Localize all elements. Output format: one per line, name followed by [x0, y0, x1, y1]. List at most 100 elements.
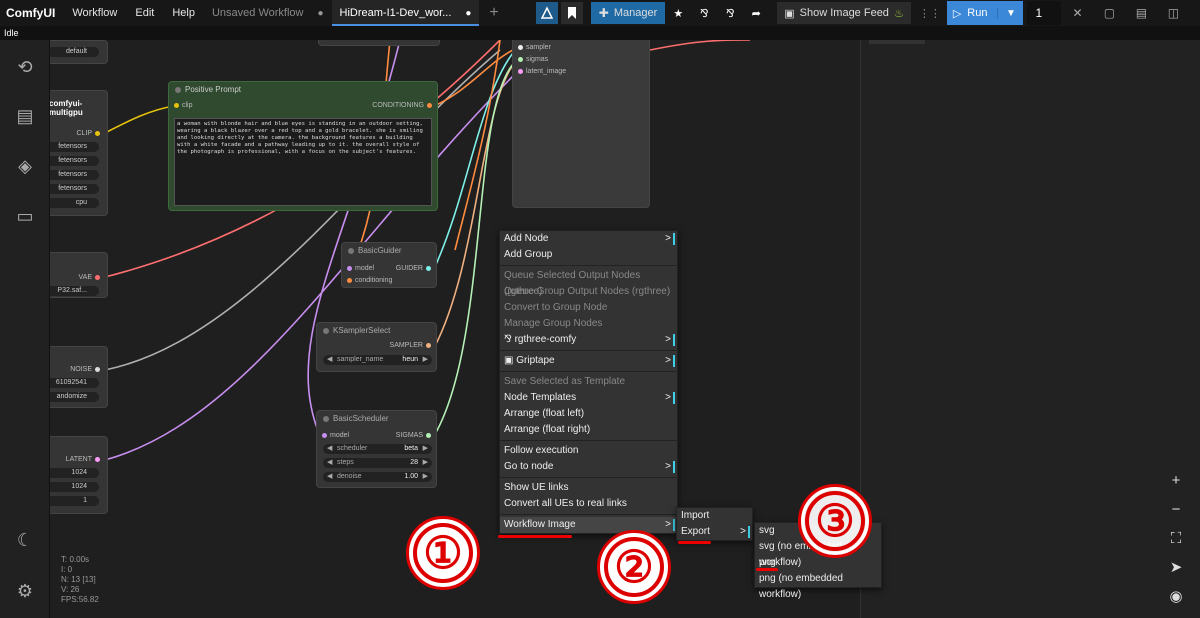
node-empty-latent[interactable]: LATENT 1024 1024 1	[50, 436, 108, 514]
widget-batch[interactable]: 1	[50, 496, 99, 506]
menu-item-add-node[interactable]: Add Node >	[500, 231, 677, 247]
menu-item-convert-all-ues-to-real-links[interactable]: Convert all UEs to real links	[500, 496, 677, 512]
output-vae[interactable]: VAE	[79, 274, 104, 281]
menu-item-export[interactable]: Export >	[677, 524, 752, 540]
menu-item-arrange-float-left[interactable]: Arrange (float left)	[500, 406, 677, 422]
right-panel	[860, 40, 1200, 618]
menu-item-griptape[interactable]: ▣ Griptape >	[500, 353, 677, 369]
output-noise[interactable]: NOISE	[70, 366, 103, 373]
widget-default[interactable]: default	[50, 47, 99, 57]
node-sampler-custom[interactable]: sampler sigmas latent_image	[512, 40, 650, 208]
output-sigmas[interactable]: SIGMAS	[396, 432, 434, 439]
queue-count-input[interactable]: 1	[1027, 1, 1062, 25]
zoom-out-icon[interactable]: −	[1160, 495, 1192, 524]
chevron-right-icon: >	[665, 233, 671, 244]
menu-workflow[interactable]: Workflow	[63, 0, 126, 26]
output-conditioning[interactable]: CONDITIONING	[372, 102, 435, 109]
widget-file-3[interactable]: fetensors	[50, 170, 99, 180]
select-mode-icon[interactable]: ➤	[1160, 553, 1192, 582]
widget-seed[interactable]: 61092541	[50, 378, 99, 388]
star-icon[interactable]: ★	[665, 2, 691, 24]
menu-item-go-to-node[interactable]: Go to node >	[500, 459, 677, 475]
widget-sampler-name[interactable]: ◀ sampler_name heun ▶	[323, 355, 432, 365]
chevron-left-icon[interactable]: ◀	[327, 355, 332, 365]
widget-denoise[interactable]: ◀ denoise 1.00 ▶	[323, 472, 432, 482]
input-sigmas[interactable]: sigmas	[515, 56, 548, 63]
node-partial-top-center[interactable]	[318, 40, 440, 46]
app-logo[interactable]: ComfyUI	[0, 6, 63, 20]
manager-button[interactable]: ✚ Manager	[590, 2, 666, 24]
menu-item-workflow-image[interactable]: Workflow Image >	[500, 517, 677, 533]
rgthree-icon[interactable]	[535, 2, 558, 24]
chevron-right-icon[interactable]: ▶	[423, 355, 428, 365]
input-model[interactable]: model	[344, 265, 374, 272]
widget-scheduler[interactable]: ◀ scheduler beta ▶	[323, 444, 432, 454]
node-noise[interactable]: NOISE 61092541 andomize	[50, 346, 108, 408]
node-positive-prompt[interactable]: Positive Prompt clip CONDITIONING a woma…	[168, 81, 438, 211]
widget-height[interactable]: 1024	[50, 482, 99, 492]
annotation-underline-1	[498, 535, 572, 538]
annotation-step-2: ②	[597, 530, 671, 604]
node-multigpu-loader[interactable]: comfyui-multigpu CLIP fetensors fetensor…	[50, 90, 108, 216]
workflows-icon[interactable]: ▭	[13, 204, 37, 228]
theme-toggle-icon[interactable]: ☾	[13, 528, 37, 552]
workflow-icon-2[interactable]: ⅋	[717, 2, 743, 24]
annotation-step-3: ③	[798, 484, 872, 558]
menu-edit[interactable]: Edit	[126, 0, 163, 26]
input-model[interactable]: model	[319, 432, 349, 439]
menu-item-png-no-workflow[interactable]: png (no embedded workflow)	[755, 571, 881, 600]
widget-file-1[interactable]: fetensors	[50, 142, 99, 152]
maximize-icon[interactable]: ▢	[1093, 6, 1125, 20]
workflow-icon-1[interactable]: ⅋	[691, 2, 717, 24]
node-ksampler-select[interactable]: KSamplerSelect SAMPLER ◀ sampler_name he…	[316, 322, 437, 372]
output-clip[interactable]: CLIP	[76, 130, 103, 137]
close-icon[interactable]: ✕	[1061, 6, 1093, 20]
menu-item-add-group[interactable]: Add Group	[500, 247, 677, 263]
widget-vae-file[interactable]: P32.saf...	[50, 286, 99, 296]
menu-item-show-ue-links[interactable]: Show UE links	[500, 480, 677, 496]
input-sampler[interactable]: sampler	[515, 44, 551, 51]
input-conditioning[interactable]: conditioning	[344, 277, 392, 284]
node-basic-scheduler[interactable]: BasicScheduler model SIGMAS ◀ scheduler …	[316, 410, 437, 488]
queue-icon[interactable]: ▤	[13, 104, 37, 128]
widget-file-2[interactable]: fetensors	[50, 156, 99, 166]
share-icon[interactable]: ➦	[743, 2, 769, 24]
output-sampler[interactable]: SAMPLER	[390, 342, 434, 349]
chevron-down-icon[interactable]: ▼	[997, 7, 1023, 19]
sidebar-toggle-icon[interactable]: ◫	[1157, 6, 1189, 20]
menu-help[interactable]: Help	[163, 0, 204, 26]
widget-width[interactable]: 1024	[50, 468, 99, 478]
model-library-icon[interactable]: ◈	[13, 154, 37, 178]
node-vae-loader[interactable]: VAE P32.saf...	[50, 252, 108, 298]
node-partial-top[interactable]: default	[50, 40, 108, 64]
bookmark-icon[interactable]	[560, 2, 583, 24]
widget-file-4[interactable]: fetensors	[50, 184, 99, 194]
output-guider[interactable]: GUIDER	[396, 265, 434, 272]
history-icon[interactable]: ⟲	[13, 55, 37, 79]
menu-item-node-templates[interactable]: Node Templates >	[500, 390, 677, 406]
menu-item-follow-execution[interactable]: Follow execution	[500, 443, 677, 459]
zoom-in-icon[interactable]: +	[1160, 466, 1192, 495]
run-button[interactable]: ▷ Run ▼	[946, 1, 1024, 25]
tab-hidream-workflow[interactable]: HiDream-I1-Dev_wor... ●	[331, 0, 480, 26]
show-image-feed-button[interactable]: ▣ Show Image Feed ♨	[777, 2, 911, 24]
node-basic-guider[interactable]: BasicGuider model conditioning GUIDER	[341, 242, 437, 288]
menu-item-import[interactable]: Import	[677, 508, 752, 524]
toggle-links-icon[interactable]: ◉	[1160, 582, 1192, 611]
node-title: BasicGuider	[342, 243, 436, 259]
widget-device[interactable]: cpu	[50, 198, 99, 208]
tab-unsaved-workflow[interactable]: Unsaved Workflow ●	[204, 0, 332, 26]
input-clip[interactable]: clip	[171, 102, 193, 109]
widget-steps[interactable]: ◀ steps 28 ▶	[323, 458, 432, 468]
panel-toggle-icon[interactable]: ▤	[1125, 6, 1157, 20]
menu-item-arrange-float-right[interactable]: Arrange (float right)	[500, 422, 677, 438]
prompt-textarea[interactable]: a woman with blonde hair and blue eyes i…	[174, 118, 432, 206]
drag-handle-icon[interactable]: ⋮⋮	[919, 7, 941, 20]
input-latent-image[interactable]: latent_image	[515, 68, 566, 75]
settings-icon[interactable]: ⚙	[13, 579, 37, 603]
widget-control[interactable]: andomize	[50, 392, 99, 402]
new-tab-button[interactable]: +	[479, 0, 508, 26]
fit-view-icon[interactable]: ⛶	[1160, 524, 1192, 553]
output-latent[interactable]: LATENT	[66, 456, 103, 463]
menu-item-rgthree-comfy[interactable]: ⅋ rgthree-comfy >	[500, 332, 677, 348]
